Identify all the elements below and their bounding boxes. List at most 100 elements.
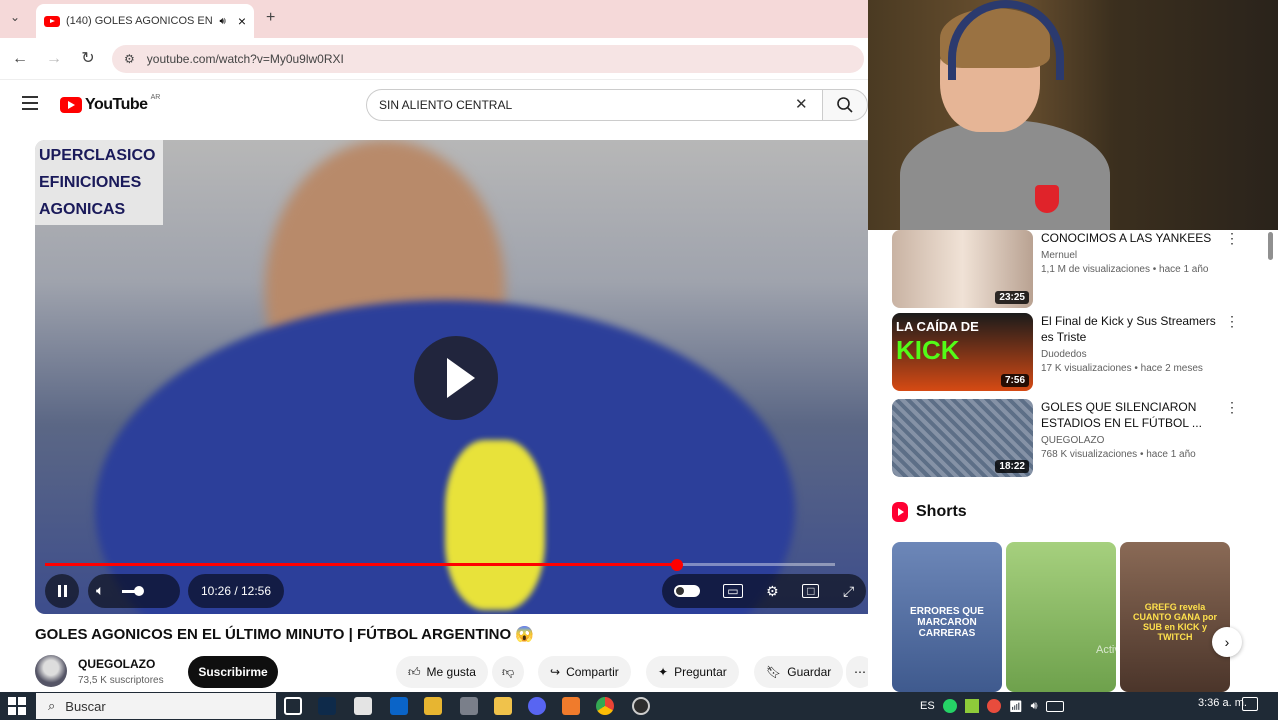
thumbs-up-icon: 👍︎ [408,664,421,679]
autoplay-toggle-icon[interactable] [673,585,700,597]
reload-icon[interactable]: ↻ [78,49,98,69]
webcam-club-badge [1035,185,1059,213]
media-player-icon[interactable] [562,697,580,715]
player-right-controls: ▭ ⚙︎ □ ⤢ [662,574,866,608]
recommendation-info: GOLES QUE SILENCIARON ESTADIOS EN EL FÚT… [1041,399,1217,477]
tab-list-icon[interactable]: ⌄ [10,10,20,24]
obs-icon[interactable] [632,697,650,715]
windows-start-icon[interactable] [8,697,26,715]
calculator-icon[interactable] [354,697,372,715]
recommendation-channel[interactable]: Mernuel [1041,249,1217,263]
whatsapp-icon[interactable] [942,699,957,713]
progress-scrubber[interactable] [671,559,683,571]
task-view-icon[interactable] [284,697,302,715]
taskbar-search-input[interactable]: ⌕ Buscar [36,693,276,719]
tray-app-icon[interactable] [964,699,979,713]
browser-tab[interactable]: (140) GOLES AGONICOS EN 🔊︎ × [36,4,254,38]
photos-icon[interactable] [460,697,478,715]
channel-name[interactable]: QUEGOLAZO [78,657,155,671]
speaker-icon[interactable]: 🔊︎ [220,16,226,27]
shorts-icon [892,502,908,522]
like-button[interactable]: 👍︎ Me gusta [396,656,488,688]
short-item[interactable]: Activar Windo [1006,542,1116,692]
discord-icon[interactable] [528,697,546,715]
search-button[interactable] [822,89,868,121]
keyboard-icon[interactable] [1045,700,1064,712]
recommendation-meta: 17 K visualizaciones • hace 2 meses [1041,363,1203,374]
channel-avatar[interactable] [35,655,67,687]
chevron-right-icon: › [1224,634,1230,650]
outlook-icon[interactable] [390,697,408,715]
clear-search-icon[interactable]: ✕ [795,95,808,113]
webcam-person-shirt [900,120,1110,230]
thumbnail-caption: LA CAÍDA DE [896,319,979,334]
fullscreen-icon[interactable]: ⤢ [843,583,854,600]
recommendation-channel[interactable]: Duodedos [1041,348,1217,362]
video-overlay-line: AGONICAS [39,201,126,218]
play-button-overlay[interactable] [414,336,498,420]
more-options-icon[interactable]: ⋮ [1225,399,1239,477]
more-options-icon[interactable]: ⋮ [1225,313,1239,391]
recommendation-item[interactable]: 23:25 CONOCIMOS A LAS YANKEES Mernuel 1,… [892,230,1252,308]
video-overlay-line: EFINICIONES [39,174,142,191]
recommendation-meta: 768 K visualizaciones • hace 1 año [1041,449,1196,460]
shorts-title: Shorts [916,503,967,520]
recommendation-item[interactable]: 18:22 GOLES QUE SILENCIARON ESTADIOS EN … [892,399,1252,477]
volume-control[interactable]: 🔈︎ [88,574,180,608]
recommendation-title[interactable]: El Final de Kick y Sus Streamers es Tris… [1041,313,1217,345]
volume-slider-knob[interactable] [134,586,144,596]
thumbs-down-icon: 👎︎ [502,664,515,679]
windows-activation-watermark: Activar Windo [1096,644,1116,656]
volume-icon[interactable]: 🔈︎ [96,582,104,599]
recommendation-title[interactable]: GOLES QUE SILENCIARON ESTADIOS EN EL FÚT… [1041,399,1217,431]
site-info-icon[interactable]: ⚙︎ [124,52,135,66]
like-label: Me gusta [426,665,476,679]
video-overlay-line: UPERCLASICO [39,147,156,164]
back-arrow-icon[interactable]: ← [10,49,30,69]
new-tab-button[interactable]: + [266,9,275,27]
wifi-icon[interactable]: 📶︎ [1009,700,1023,713]
subtitles-icon[interactable]: ▭ [723,584,743,598]
hamburger-menu-icon[interactable] [22,96,38,110]
share-label: Compartir [566,665,619,679]
recommendation-title[interactable]: CONOCIMOS A LAS YANKEES [1041,230,1217,246]
more-options-icon[interactable]: ⋮ [1225,230,1239,308]
recommendation-item[interactable]: LA CAÍDA DE KICK 7:56 El Final de Kick y… [892,313,1252,391]
short-caption: ERRORES QUE MARCARON CARRERAS [910,606,984,639]
search-input[interactable]: SIN ALIENTO CENTRAL [366,89,828,121]
photoshop-icon[interactable] [318,697,336,715]
dislike-button[interactable]: 👎︎ [492,656,525,688]
pause-button[interactable] [45,574,79,608]
theater-mode-icon[interactable]: □ [802,584,820,598]
forward-arrow-icon[interactable]: → [44,49,64,69]
save-button[interactable]: 🔖︎ Guardar [754,656,844,688]
tray-app-icon[interactable] [986,699,1001,713]
recommendation-info: CONOCIMOS A LAS YANKEES Mernuel 1,1 M de… [1041,230,1217,308]
video-thumbnail[interactable]: 23:25 [892,230,1033,308]
ask-button[interactable]: ✦ Preguntar [646,656,739,688]
volume-tray-icon[interactable]: 🔊︎ [1031,700,1038,713]
notes-icon[interactable] [424,697,442,715]
short-item[interactable]: ERRORES QUE MARCARON CARRERAS [892,542,1002,692]
shorts-next-button[interactable]: › [1212,627,1242,657]
chrome-icon[interactable] [596,697,614,715]
language-indicator[interactable]: ES [920,700,935,712]
short-caption: GREFG revela CUANTO GANA por SUB en KICK… [1133,602,1217,642]
file-explorer-icon[interactable] [494,697,512,715]
progress-bar-played [45,563,677,566]
subscribe-button[interactable]: Suscribirme [188,656,278,688]
youtube-logo[interactable]: YouTube AR [60,94,160,114]
more-dots-icon: ⋯ [854,665,866,679]
settings-gear-icon[interactable]: ⚙︎ [766,583,779,600]
notifications-icon[interactable] [1242,697,1258,711]
recommendation-channel[interactable]: QUEGOLAZO [1041,434,1217,448]
page-scrollbar[interactable] [1268,232,1273,260]
taskbar-clock: 3:36 a. m. [1198,697,1247,709]
video-thumbnail[interactable]: LA CAÍDA DE KICK 7:56 [892,313,1033,391]
tab-close-icon[interactable]: × [238,13,246,29]
video-thumbnail[interactable]: 18:22 [892,399,1033,477]
url-field[interactable]: ⚙︎ youtube.com/watch?v=My0u9lw0RXI [112,45,864,73]
share-button[interactable]: ↪ Compartir [538,656,631,688]
short-item[interactable]: GREFG revela CUANTO GANA por SUB en KICK… [1120,542,1230,692]
youtube-logo-icon [60,97,82,113]
